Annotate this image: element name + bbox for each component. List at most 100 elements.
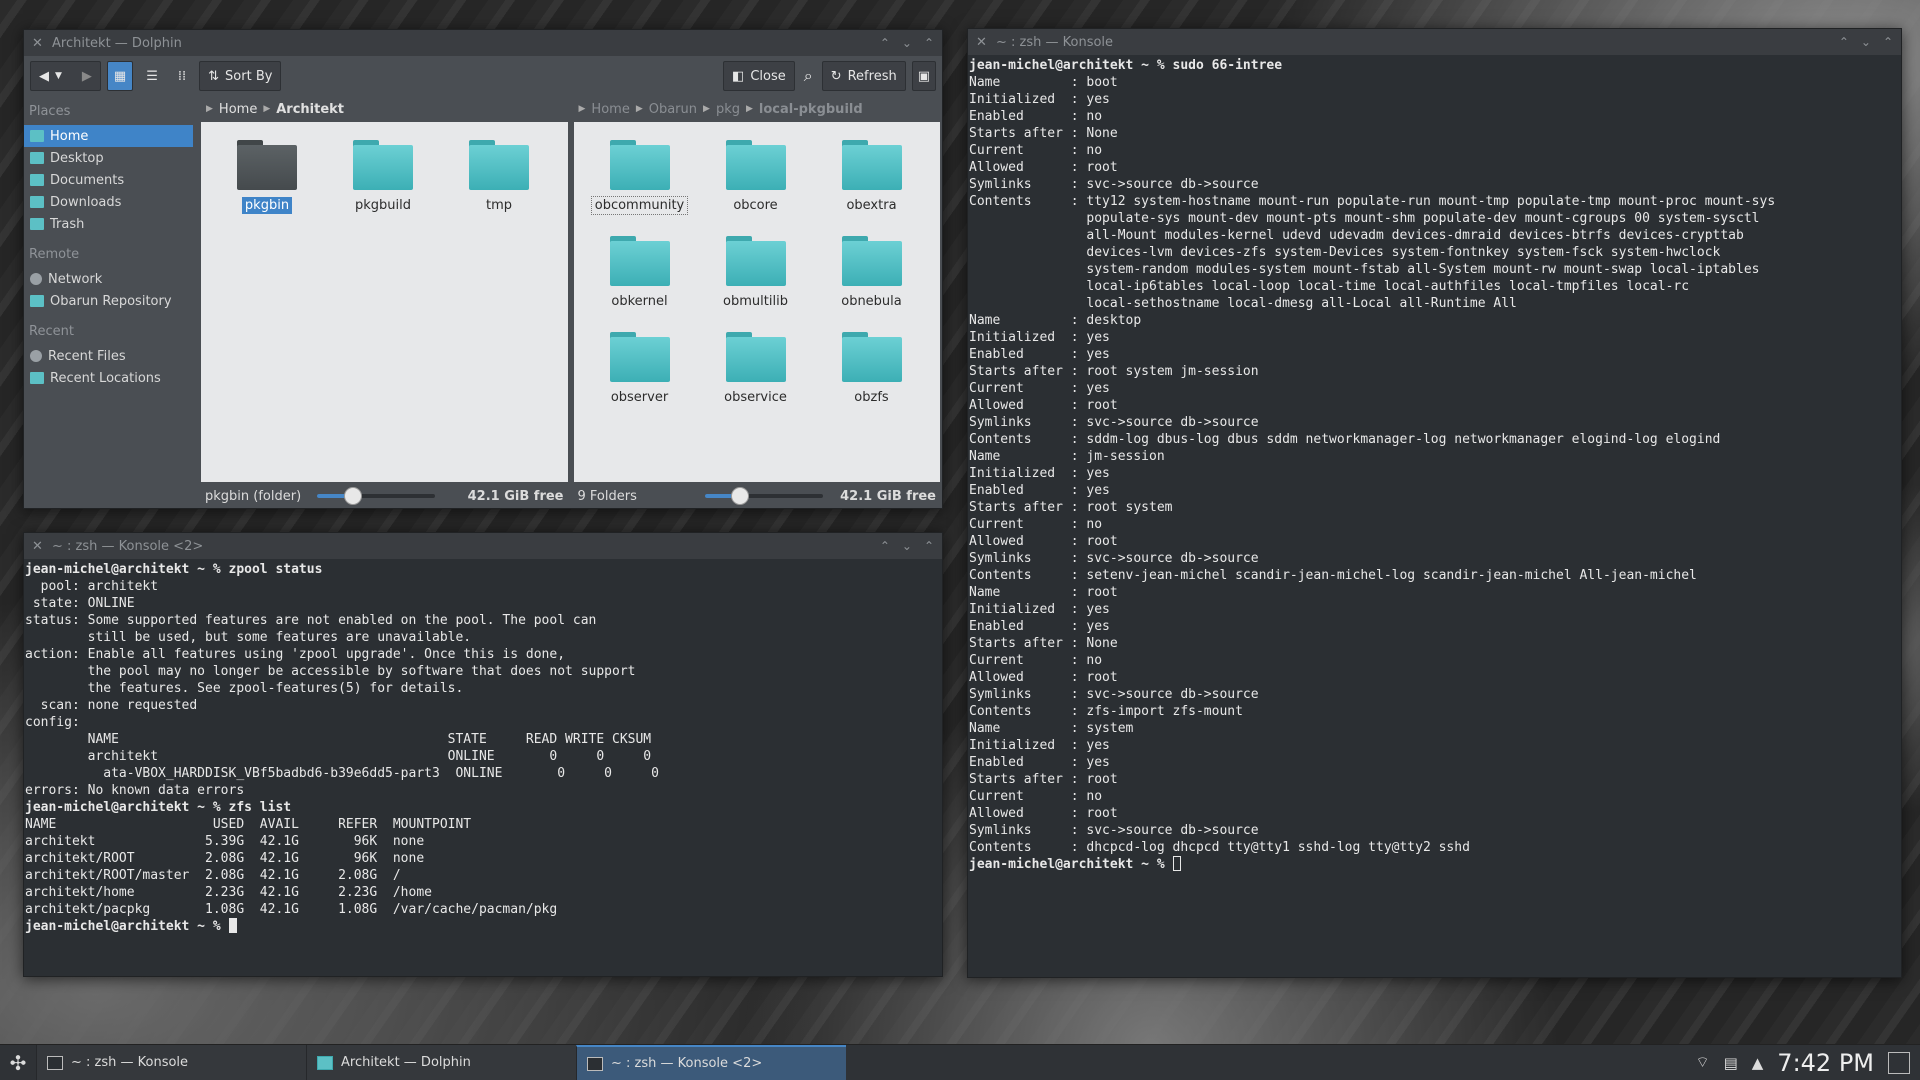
maximize-icon[interactable]: ⌃ — [1883, 35, 1893, 49]
close-split-button[interactable]: ◧ Close — [723, 61, 795, 91]
crumb-home[interactable]: Home — [219, 102, 257, 117]
status-text: 9 Folders — [577, 488, 637, 504]
folder-name: obkernel — [611, 294, 668, 309]
file-icon-view[interactable]: obcommunity obcore obextra obkernel obmultil… — [573, 122, 940, 482]
minimize-icon[interactable]: ⌄ — [902, 36, 912, 50]
places-panel: Places Home Desktop Documents Downloads … — [24, 96, 201, 508]
compact-view-button[interactable]: ⁞⁞ — [171, 61, 193, 91]
maximize-icon[interactable]: ⌃ — [924, 539, 934, 553]
terminal-line: architekt/ROOT 2.08G 42.1G 96K none — [25, 851, 425, 866]
folder-name: obnebula — [841, 294, 902, 309]
keep-above-icon[interactable]: ⌃ — [1839, 35, 1849, 49]
keep-above-icon[interactable]: ⌃ — [880, 36, 890, 50]
clock[interactable]: 7:42 PM — [1777, 1049, 1874, 1077]
place-desktop[interactable]: Desktop — [24, 147, 201, 169]
terminal-line: jean-michel@architekt ~ % zpool status — [25, 562, 323, 577]
crumb-pkg[interactable]: pkg — [716, 102, 740, 117]
crumb-obarun[interactable]: Obarun — [649, 102, 697, 117]
network-icon — [30, 273, 42, 285]
terminal-line: Initialized : yes — [969, 92, 1110, 107]
terminal-line: Symlinks : svc->source db->source — [969, 551, 1259, 566]
chevron-right-icon: ▶ — [635, 104, 643, 114]
place-documents[interactable]: Documents — [24, 169, 201, 191]
forward-icon[interactable]: ▶ — [82, 69, 92, 84]
task-konsole[interactable]: ~ : zsh — Konsole — [36, 1045, 306, 1080]
folder-item[interactable]: obcommunity — [582, 136, 698, 232]
launcher-icon[interactable]: ✣ — [0, 1045, 36, 1080]
place-obarun-repository[interactable]: Obarun Repository — [24, 290, 201, 312]
icons-view-button[interactable]: ▦ — [106, 61, 134, 91]
folder-item[interactable]: obcore — [698, 136, 814, 232]
sort-by-button[interactable]: ⇅ Sort By — [199, 61, 282, 91]
chevron-right-icon: ▶ — [745, 104, 753, 114]
terminal-line: Current : no — [969, 517, 1103, 532]
folder-icon — [841, 332, 902, 382]
terminal-line: Contents : setenv-jean-michel scandir-je… — [969, 568, 1697, 583]
place-downloads[interactable]: Downloads — [24, 191, 201, 213]
terminal-line: local-ip6tables local-loop local-time lo… — [969, 279, 1690, 294]
minimize-icon[interactable]: ⌄ — [902, 539, 912, 553]
status-text: pkgbin (folder) — [205, 488, 302, 504]
control-button[interactable]: ▣ — [911, 61, 936, 91]
folder-item[interactable]: tmp — [441, 136, 557, 232]
folder-item[interactable]: obkernel — [582, 232, 698, 328]
back-button[interactable]: ◀ ▼ ▶ — [30, 61, 101, 91]
chevron-right-icon: ▶ — [206, 104, 213, 114]
place-recent-locations[interactable]: Recent Locations — [24, 367, 201, 389]
terminal-line: Name : root — [969, 585, 1118, 600]
place-home[interactable]: Home — [24, 125, 193, 147]
close-icon[interactable]: ✕ — [976, 35, 990, 50]
place-network[interactable]: Network — [24, 268, 201, 290]
folder-name: observice — [724, 390, 787, 405]
terminal-output[interactable]: jean-michel@architekt ~ % zpool status p… — [24, 559, 942, 976]
folder-name: obextra — [846, 198, 897, 213]
close-icon[interactable]: ✕ — [32, 36, 46, 51]
crumb-local-pkgbuild[interactable]: local-pkgbuild — [759, 102, 863, 117]
free-space: 42.1 GiB free — [467, 488, 564, 504]
dolphin-titlebar[interactable]: ✕ Architekt — Dolphin ⌃ ⌄ ⌃ — [24, 30, 942, 56]
refresh-button[interactable]: ↻ Refresh — [821, 61, 906, 91]
network-tray-icon[interactable]: ⌔ — [1695, 1053, 1709, 1072]
folder-item[interactable]: observice — [698, 328, 814, 424]
show-desktop-icon[interactable] — [1888, 1051, 1910, 1074]
minimize-icon[interactable]: ⌄ — [1861, 35, 1871, 49]
close-icon[interactable]: ✕ — [32, 539, 46, 554]
crumb-architekt[interactable]: Architekt — [276, 102, 344, 117]
folder-item[interactable]: obmultilib — [698, 232, 814, 328]
folder-item[interactable]: obzfs — [814, 328, 930, 424]
file-icon-view[interactable]: pkgbin pkgbuild tmp — [201, 122, 568, 482]
folder-item[interactable]: pkgbin — [209, 136, 325, 232]
folder-item[interactable]: observer — [582, 328, 698, 424]
konsole-1-titlebar[interactable]: ✕ ~ : zsh — Konsole ⌃ ⌄ ⌃ — [968, 29, 1901, 55]
keep-above-icon[interactable]: ⌃ — [880, 539, 890, 553]
folder-item[interactable]: obextra — [814, 136, 930, 232]
terminal-line: Allowed : root — [969, 670, 1118, 685]
search-icon: ⌕ — [803, 66, 813, 85]
zoom-slider[interactable] — [317, 487, 436, 505]
konsole-2-titlebar[interactable]: ✕ ~ : zsh — Konsole <2> ⌃ ⌄ ⌃ — [24, 533, 942, 559]
sort-icon: ⇅ — [208, 68, 220, 84]
folder-icon — [725, 332, 786, 382]
folder-item[interactable]: pkgbuild — [325, 136, 441, 232]
task-dolphin[interactable]: Architekt — Dolphin — [306, 1045, 576, 1080]
task-konsole-2[interactable]: ~ : zsh — Konsole <2> — [576, 1045, 846, 1080]
zoom-slider[interactable] — [704, 487, 823, 505]
terminal-line: Name : jm-session — [969, 449, 1165, 464]
terminal-line: Starts after : None — [969, 636, 1118, 651]
crumb-home[interactable]: Home — [591, 102, 629, 117]
folder-name: obmultilib — [723, 294, 788, 309]
folder-icon — [353, 140, 413, 190]
folder-item[interactable]: obnebula — [814, 232, 930, 328]
terminal-line: devices-lvm devices-zfs system-Devices s… — [969, 245, 1721, 260]
search-button[interactable]: ⌕ — [801, 61, 816, 91]
maximize-icon[interactable]: ⌃ — [924, 36, 934, 50]
place-trash[interactable]: Trash — [24, 213, 201, 235]
clipboard-tray-icon[interactable]: ▤ — [1724, 1054, 1738, 1072]
terminal-line: Starts after : root system jm-session — [969, 364, 1259, 379]
terminal-output[interactable]: jean-michel@architekt ~ % sudo 66-intree… — [968, 55, 1901, 977]
refresh-icon: ↻ — [830, 68, 842, 84]
terminal-icon: ▣ — [917, 68, 930, 84]
details-view-button[interactable]: ☰ — [139, 61, 165, 91]
tray-expand-icon[interactable]: ▲ — [1752, 1054, 1764, 1072]
place-recent-files[interactable]: Recent Files — [24, 345, 201, 367]
